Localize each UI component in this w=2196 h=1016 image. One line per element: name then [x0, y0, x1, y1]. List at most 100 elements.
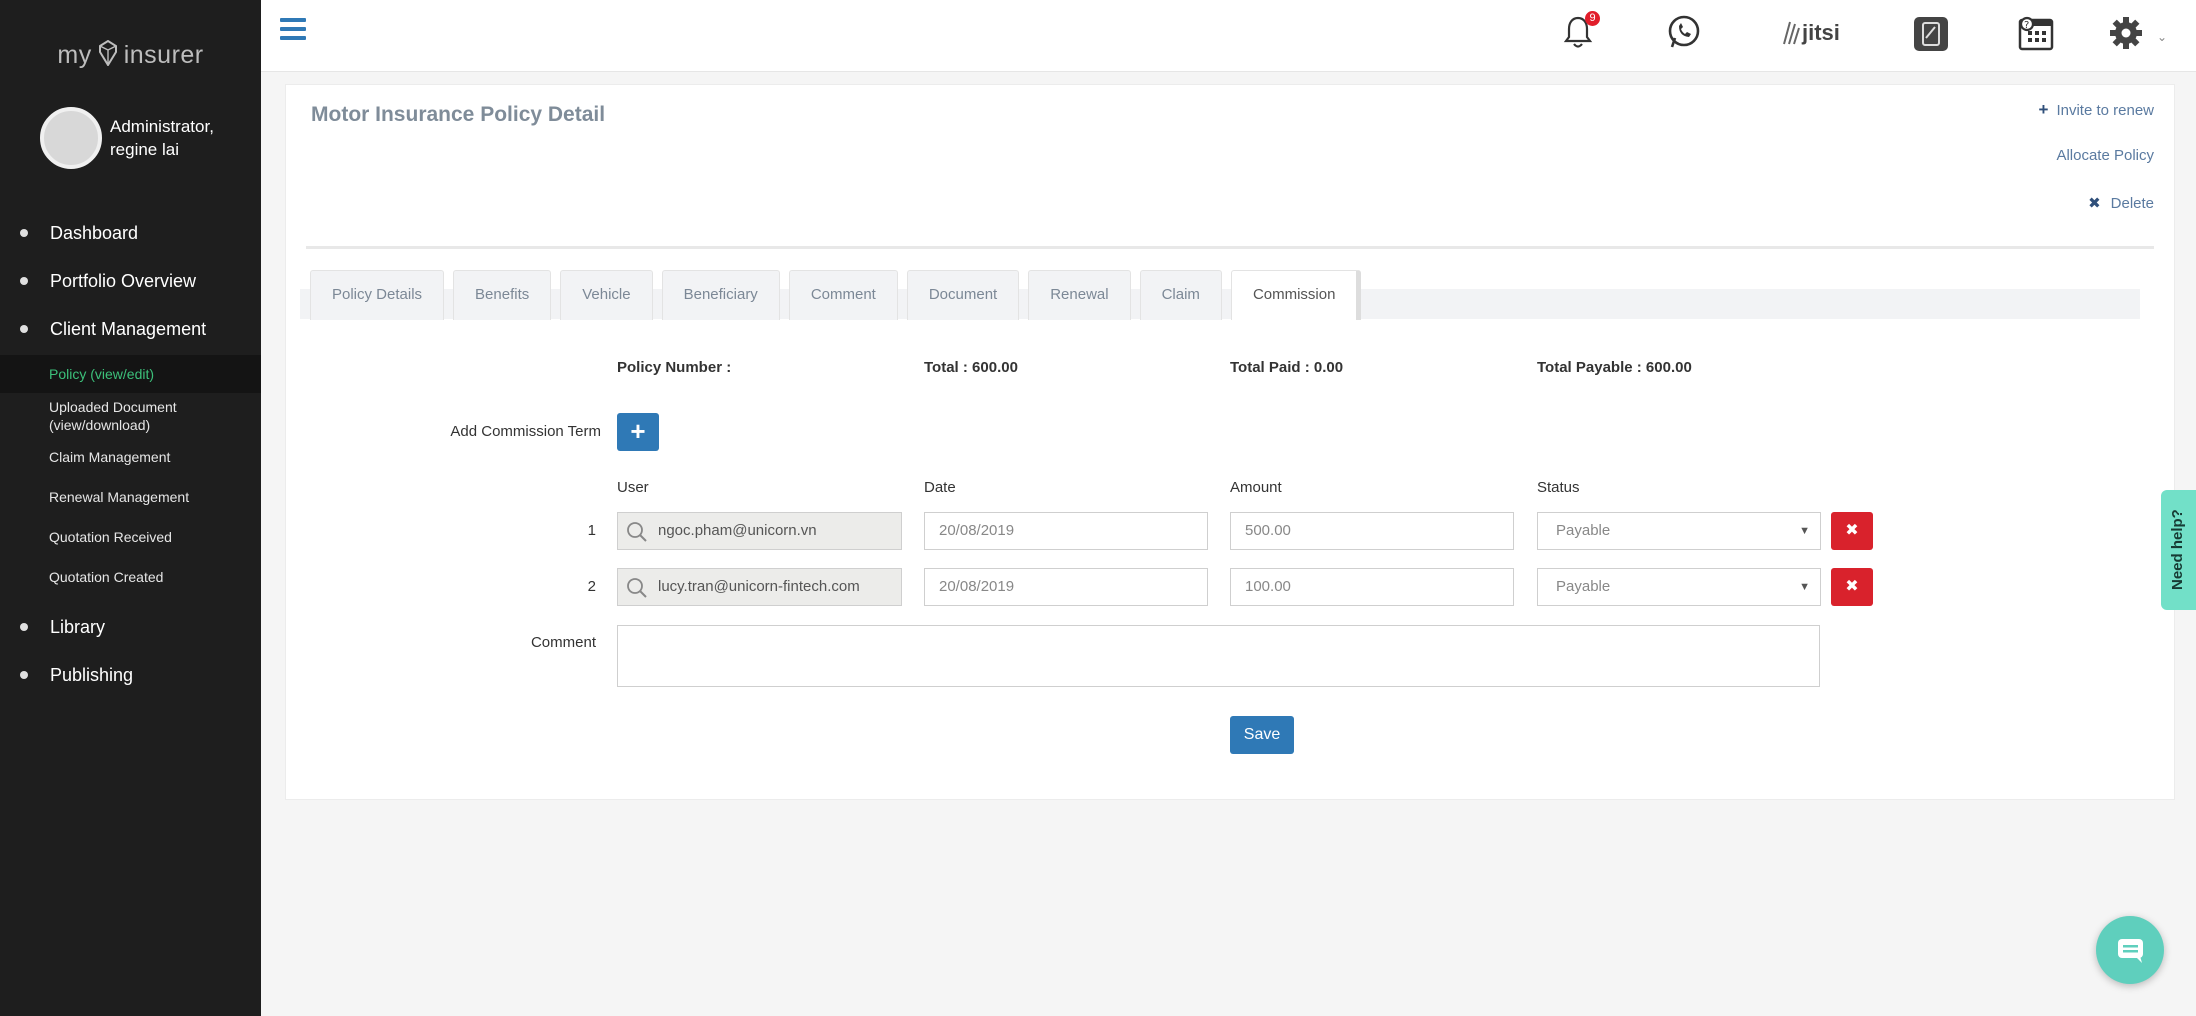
user-search-field[interactable]: ngoc.pham@unicorn.vn [617, 512, 902, 550]
jitsi-link[interactable]: jitsi [1780, 18, 1840, 46]
tab-renewal[interactable]: Renewal [1028, 270, 1131, 320]
document-app-icon[interactable] [1913, 16, 1949, 57]
chat-launcher-button[interactable] [2096, 916, 2164, 984]
app-logo[interactable]: my insurer [0, 40, 261, 70]
add-commission-term-button[interactable]: + [617, 413, 659, 451]
page-title: Motor Insurance Policy Detail [311, 103, 606, 126]
policy-detail-card: Motor Insurance Policy Detail + Invite to… [285, 84, 2175, 800]
need-help-tab[interactable]: Need help? [2161, 490, 2196, 610]
sidebar-subitem-uploaded-document[interactable]: Uploaded Document (view/download) [0, 393, 200, 437]
remove-row-button[interactable]: ✖ [1831, 568, 1873, 606]
date-field[interactable]: 20/08/2019 [924, 568, 1208, 606]
user-search-field[interactable]: lucy.tran@unicorn-fintech.com [617, 568, 902, 606]
tab-document[interactable]: Document [906, 270, 1020, 320]
row-index: 1 [587, 522, 596, 539]
column-header-amount: Amount [1230, 479, 1282, 496]
whatsapp-icon[interactable] [1667, 14, 1701, 55]
logo-text-right: insurer [123, 41, 204, 69]
sidebar-subitem-policy[interactable]: Policy (view/edit) [0, 355, 261, 393]
tab-list: Policy Details Benefits Vehicle Benefici… [310, 270, 1370, 320]
invite-to-renew-label: Invite to renew [2056, 102, 2154, 119]
plus-icon: + [2038, 100, 2049, 119]
sidebar-item-dashboard[interactable]: Dashboard [0, 211, 261, 259]
comment-textarea[interactable] [617, 625, 1820, 687]
user-profile[interactable]: Administrator, regine lai [40, 107, 225, 169]
logo-gem-icon [98, 40, 117, 66]
sidebar-item-label: Portfolio Overview [50, 271, 197, 291]
total-label: Total : 600.00 [924, 359, 1018, 376]
add-commission-term-label: Add Commission Term [450, 423, 601, 440]
bullet-icon [20, 671, 28, 679]
bullet-icon [20, 229, 28, 237]
sidebar-subitem-quotation-received[interactable]: Quotation Received [0, 517, 261, 557]
amount-field[interactable]: 100.00 [1230, 568, 1514, 606]
status-value: Payable [1556, 522, 1611, 539]
jitsi-label: jitsi [1802, 20, 1840, 45]
status-select[interactable]: Payable ▼ [1537, 512, 1821, 550]
search-icon [627, 522, 647, 542]
sidebar-item-publishing[interactable]: Publishing [0, 653, 261, 701]
bullet-icon [20, 277, 28, 285]
jitsi-icon [1783, 21, 1800, 45]
invite-to-renew-link[interactable]: + Invite to renew [2039, 100, 2155, 120]
logo-text-left: my [57, 41, 92, 69]
user-name: Administrator, regine lai [110, 117, 214, 159]
total-paid-label: Total Paid : 0.00 [1230, 359, 1344, 376]
dropdown-arrow-icon: ▼ [1799, 581, 1810, 593]
bullet-icon [20, 325, 28, 333]
tab-policy-details[interactable]: Policy Details [310, 270, 445, 320]
total-payable-label: Total Payable : 600.00 [1537, 359, 1692, 376]
user-value: ngoc.pham@unicorn.vn [658, 522, 817, 539]
tab-vehicle[interactable]: Vehicle [560, 270, 653, 320]
need-help-label: Need help? [2169, 509, 2186, 590]
calendar-icon[interactable]: ? [2016, 14, 2056, 57]
tab-comment[interactable]: Comment [788, 270, 898, 320]
tab-beneficiary[interactable]: Beneficiary [661, 270, 780, 320]
policy-number-label: Policy Number : [617, 359, 732, 376]
sidebar-item-label: Library [50, 617, 106, 637]
tab-claim[interactable]: Claim [1139, 270, 1222, 320]
user-value: lucy.tran@unicorn-fintech.com [658, 578, 860, 595]
chat-bubble-icon [2118, 939, 2143, 963]
notification-count-badge: 9 [1585, 11, 1600, 26]
sidebar: my insurer Administrator, regine lai Dash… [0, 0, 261, 1016]
close-icon: ✖ [1845, 522, 1859, 539]
divider [306, 246, 2154, 249]
sidebar-item-library[interactable]: Library [0, 605, 261, 653]
delete-label: Delete [2110, 195, 2154, 212]
sidebar-item-label: Client Management [50, 319, 207, 339]
column-header-date: Date [924, 479, 956, 496]
sidebar-subitem-quotation-created[interactable]: Quotation Created [0, 557, 261, 597]
status-select[interactable]: Payable ▼ [1537, 568, 1821, 606]
close-icon: ✖ [1845, 578, 1859, 595]
date-field[interactable]: 20/08/2019 [924, 512, 1208, 550]
avatar [40, 107, 102, 169]
close-icon: ✖ [2088, 195, 2101, 212]
settings-chevron-down-icon[interactable]: ⌄ [2157, 30, 2167, 44]
tab-commission[interactable]: Commission [1230, 270, 1362, 320]
notification-bell-icon[interactable]: 9 [1562, 11, 1600, 55]
sidebar-item-portfolio-overview[interactable]: Portfolio Overview [0, 259, 261, 307]
column-header-status: Status [1537, 479, 1580, 496]
sidebar-nav: Dashboard Portfolio Overview Client Mana… [0, 211, 261, 701]
tab-benefits[interactable]: Benefits [453, 270, 552, 320]
svg-text:?: ? [2024, 20, 2029, 31]
sidebar-subitem-claim-management[interactable]: Claim Management [0, 437, 261, 477]
bullet-icon [20, 623, 28, 631]
column-header-user: User [617, 479, 649, 496]
allocate-policy-link[interactable]: Allocate Policy [2056, 147, 2154, 164]
comment-label: Comment [530, 634, 596, 651]
sidebar-item-label: Dashboard [50, 223, 139, 243]
menu-toggle-icon[interactable] [280, 18, 306, 40]
sidebar-item-label: Publishing [50, 665, 134, 685]
sidebar-subitem-renewal-management[interactable]: Renewal Management [0, 477, 261, 517]
sidebar-item-client-management[interactable]: Client Management [0, 307, 261, 355]
settings-gear-icon[interactable] [2109, 16, 2143, 55]
remove-row-button[interactable]: ✖ [1831, 512, 1873, 550]
save-button[interactable]: Save [1230, 716, 1294, 754]
status-value: Payable [1556, 578, 1611, 595]
delete-link[interactable]: ✖ Delete [2088, 194, 2154, 212]
search-icon [627, 578, 647, 598]
amount-field[interactable]: 500.00 [1230, 512, 1514, 550]
top-bar: 9 jitsi ? ⌄ [261, 0, 2196, 72]
